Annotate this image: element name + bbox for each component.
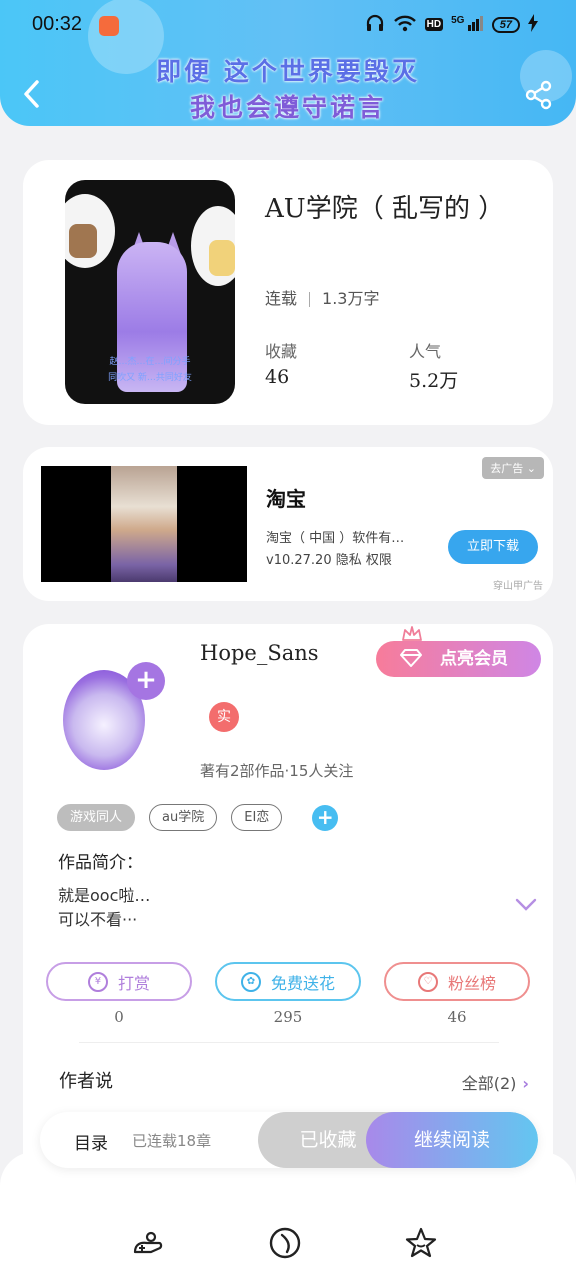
author-name[interactable]: Hope_Sans (200, 641, 319, 665)
yen-icon: ¥ (87, 971, 108, 992)
popularity-label: 人气 (409, 342, 442, 361)
activate-vip-button[interactable]: 点亮会员 (376, 641, 541, 677)
ad-download-button[interactable]: 立即下载 (448, 530, 538, 564)
chevron-left-icon (24, 80, 39, 108)
headphones-icon (365, 14, 385, 35)
action-counts: 0 295 46 (46, 1008, 530, 1026)
compass-icon[interactable] (268, 1226, 302, 1260)
cover-caption: 赵…杰…在…间分手 (109, 357, 191, 367)
book-info-card: 赵…杰…在…间分手 同吹又 新…共同好友 AU学院（ 乱写的 ） 连载 1.3万字… (23, 160, 553, 425)
author-stats: 著有2部作品·15人关注 (200, 762, 354, 780)
status-icons: HD 5G 57 (365, 14, 538, 35)
flower-count: 295 (273, 1008, 303, 1026)
divider (79, 1042, 499, 1043)
status-bar: 00:32 HD 5G 57 (0, 0, 576, 50)
wifi-icon (393, 14, 417, 35)
star-icon[interactable] (404, 1226, 438, 1260)
view-all-link[interactable]: 全部(2) › (462, 1070, 529, 1094)
app-notification-icon (99, 16, 119, 36)
book-title: AU学院（ 乱写的 ） (265, 194, 505, 224)
tag-item[interactable]: au学院 (149, 804, 218, 831)
book-cover[interactable]: 赵…杰…在…间分手 同吹又 新…共同好友 (65, 180, 235, 404)
add-tag-button[interactable]: + (312, 804, 339, 831)
game-controller-icon[interactable] (131, 1226, 165, 1260)
author-say-heading: 作者说 (59, 1071, 113, 1092)
share-icon (525, 80, 552, 110)
intro-label: 作品简介： (58, 853, 143, 873)
book-word-count: 1.3万字 (322, 289, 380, 308)
remove-ad-button[interactable]: 去广告 ⌄ (482, 457, 544, 479)
charging-icon (528, 14, 538, 35)
ad-card[interactable]: 去广告 ⌄ 淘宝 淘宝（ 中国 ）软件有… v10.27.20 隐私 权限 立即… (23, 447, 553, 601)
flower-icon: ✿ (240, 971, 261, 992)
diamond-icon (400, 649, 422, 667)
favorites-value: 46 (265, 366, 290, 388)
battery-icon: 57 (491, 16, 520, 33)
intro-text: 就是ooc啦… 可以不看··· (58, 886, 151, 929)
book-meta: 连载 1.3万字 (265, 285, 379, 309)
fan-ranking-button[interactable]: ♡ 粉丝榜 (384, 962, 530, 1001)
chevron-down-icon[interactable] (515, 898, 537, 912)
tag-item[interactable]: 游戏同人 (57, 804, 136, 831)
fan-count: 46 (447, 1008, 467, 1026)
ad-title: 淘宝 (266, 487, 306, 511)
tag-item[interactable]: EI恋 (231, 804, 283, 831)
tip-count: 0 (114, 1008, 124, 1026)
reading-action-bar: 目录 已连载18章 已收藏 继续阅读 (40, 1112, 538, 1168)
tag-list: 游戏同人 au学院 EI恋 + (57, 804, 339, 831)
hd-icon: HD (424, 18, 444, 31)
crown-icon (402, 626, 422, 641)
popularity-value: 5.2万 (409, 370, 459, 392)
banner-line-2: 我也会遵守诺言 (189, 93, 386, 122)
bottom-tab-bar (0, 1152, 576, 1280)
favorites-label: 收藏 (265, 342, 298, 361)
action-row: ¥ 打赏 ✿ 免费送花 ♡ 粉丝榜 (46, 962, 530, 1001)
ad-source-label: 穿山甲广告 (493, 581, 543, 592)
chapter-count: 已连载18章 (132, 1132, 212, 1150)
back-button[interactable] (20, 78, 44, 110)
book-status: 连载 (265, 289, 298, 308)
tip-button[interactable]: ¥ 打赏 (46, 962, 192, 1001)
send-flower-button[interactable]: ✿ 免费送花 (215, 962, 361, 1001)
table-of-contents-button[interactable]: 目录 (74, 1129, 108, 1154)
status-time: 00:32 (32, 13, 83, 35)
chevron-right-icon: › (522, 1074, 529, 1093)
ad-video[interactable] (41, 466, 247, 582)
ad-description: 淘宝（ 中国 ）软件有… v10.27.20 隐私 权限 (266, 531, 405, 568)
header: 00:32 HD 5G 57 即便 这个世界要毁灭 我也会遵守诺言 (0, 0, 576, 126)
banner-line-1: 即便 这个世界要毁灭 (156, 57, 420, 86)
share-button[interactable] (524, 80, 554, 110)
cover-caption: 同吹又 新…共同好友 (108, 373, 192, 383)
verified-badge: 实 (209, 702, 239, 732)
user-heart-icon: ♡ (417, 971, 438, 992)
continue-reading-button[interactable]: 继续阅读 (366, 1112, 538, 1168)
ad-video-frame (111, 466, 177, 582)
signal-icon: 5G (451, 15, 484, 34)
follow-add-button[interactable]: + (127, 662, 165, 700)
